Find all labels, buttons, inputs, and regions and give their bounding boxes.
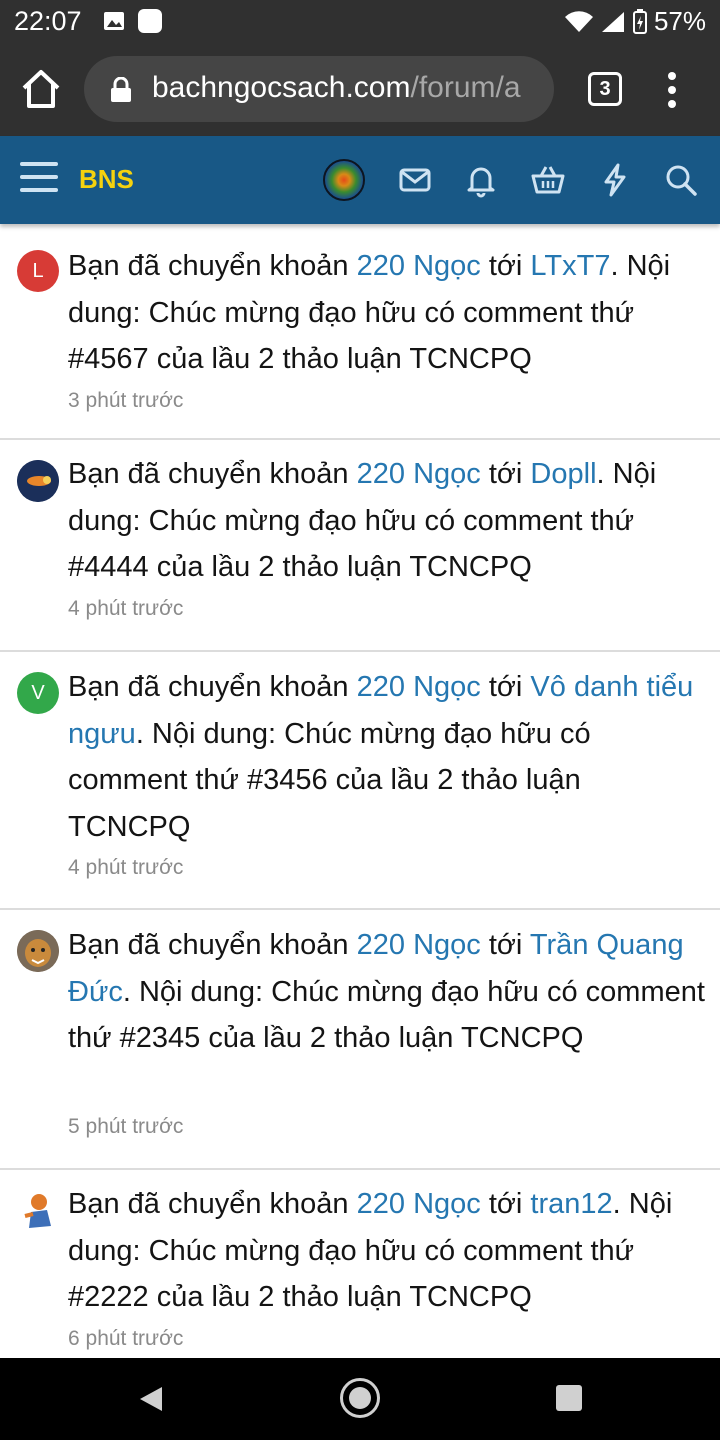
alert-text: Bạn đã chuyển khoản 220 Ngọc tới Vô danh… bbox=[68, 671, 694, 843]
amount-link[interactable]: 220 Ngọc bbox=[357, 1188, 481, 1220]
alert-text: Bạn đã chuyển khoản 220 Ngọc tới Trần Qu… bbox=[68, 929, 705, 1054]
avatar[interactable] bbox=[17, 1190, 59, 1232]
site-header: BNS bbox=[0, 136, 720, 224]
alert-time: 4 phút trước bbox=[68, 597, 184, 620]
url-domain: bachngocsach.com bbox=[152, 71, 411, 104]
alert-item[interactable]: Bạn đã chuyển khoản 220 Ngọc tới tran12.… bbox=[0, 1170, 720, 1360]
avatar[interactable] bbox=[17, 460, 59, 502]
alert-item[interactable]: L Bạn đã chuyển khoản 220 Ngọc tới LTxT7… bbox=[0, 232, 720, 440]
amount-link[interactable]: 220 Ngọc bbox=[357, 929, 481, 961]
status-bar: 22:07 57% bbox=[0, 0, 720, 44]
app-notification-icon bbox=[138, 9, 162, 33]
alert-time: 6 phút trước bbox=[68, 1327, 184, 1350]
battery-percent: 57% bbox=[653, 6, 706, 36]
brand-logo[interactable]: BNS bbox=[79, 164, 134, 195]
alert-item[interactable]: Bạn đã chuyển khoản 220 Ngọc tới Dopll. … bbox=[0, 440, 720, 652]
address-bar[interactable]: bachngocsach.com/forum/a bbox=[84, 56, 554, 122]
wifi-icon bbox=[564, 10, 593, 32]
user-avatar[interactable] bbox=[323, 159, 365, 201]
amount-link[interactable]: 220 Ngọc bbox=[357, 250, 481, 282]
hamburger-menu-icon[interactable] bbox=[20, 162, 58, 196]
alert-item[interactable]: V Bạn đã chuyển khoản 220 Ngọc tới Vô da… bbox=[0, 652, 720, 910]
bell-icon[interactable] bbox=[463, 162, 499, 198]
recent-apps-icon[interactable] bbox=[556, 1385, 582, 1411]
status-right-group: 57% bbox=[564, 6, 706, 37]
tab-count: 3 bbox=[599, 77, 611, 100]
recipient-link[interactable]: Dopll bbox=[530, 458, 596, 490]
recipient-link[interactable]: LTxT7 bbox=[530, 250, 610, 282]
home-icon[interactable] bbox=[18, 66, 64, 112]
inbox-icon[interactable] bbox=[397, 162, 433, 198]
status-time: 22:07 bbox=[14, 6, 82, 36]
alert-text: Bạn đã chuyển khoản 220 Ngọc tới Dopll. … bbox=[68, 458, 657, 583]
alert-time: 3 phút trước bbox=[68, 389, 184, 412]
system-nav-bar bbox=[0, 1358, 720, 1440]
tab-switcher-button[interactable]: 3 bbox=[588, 72, 622, 106]
alert-time: 4 phút trước bbox=[68, 856, 184, 879]
alert-text: Bạn đã chuyển khoản 220 Ngọc tới LTxT7. … bbox=[68, 250, 671, 375]
signal-icon bbox=[601, 11, 624, 32]
browser-toolbar: bachngocsach.com/forum/a 3 bbox=[0, 44, 720, 136]
back-icon[interactable] bbox=[138, 1385, 164, 1413]
alert-time: 5 phút trước bbox=[68, 1115, 184, 1138]
search-icon[interactable] bbox=[663, 162, 699, 198]
battery-icon bbox=[632, 8, 647, 34]
avatar-image bbox=[17, 930, 59, 972]
avatar[interactable]: V bbox=[17, 672, 59, 714]
home-button-icon[interactable] bbox=[340, 1378, 380, 1418]
url-path: /forum/a bbox=[410, 71, 521, 104]
status-notification-icons bbox=[103, 8, 163, 34]
recipient-link[interactable]: tran12 bbox=[530, 1188, 612, 1220]
url-text: bachngocsach.com/forum/a bbox=[152, 71, 521, 105]
avatar-image bbox=[24, 1194, 51, 1228]
amount-link[interactable]: 220 Ngọc bbox=[357, 458, 481, 490]
more-options-icon[interactable] bbox=[662, 70, 682, 110]
alert-item[interactable]: Bạn đã chuyển khoản 220 Ngọc tới Trần Qu… bbox=[0, 910, 720, 1170]
avatar[interactable] bbox=[17, 930, 59, 972]
avatar[interactable]: L bbox=[17, 250, 59, 292]
lock-icon bbox=[111, 77, 131, 102]
amount-link[interactable]: 220 Ngọc bbox=[357, 671, 481, 703]
alert-feed: L Bạn đã chuyển khoản 220 Ngọc tới LTxT7… bbox=[0, 232, 720, 1360]
gallery-icon bbox=[104, 12, 124, 30]
lightning-icon[interactable] bbox=[597, 162, 633, 198]
avatar-image bbox=[17, 460, 59, 502]
basket-icon[interactable] bbox=[530, 162, 566, 198]
alert-text: Bạn đã chuyển khoản 220 Ngọc tới tran12.… bbox=[68, 1188, 673, 1313]
